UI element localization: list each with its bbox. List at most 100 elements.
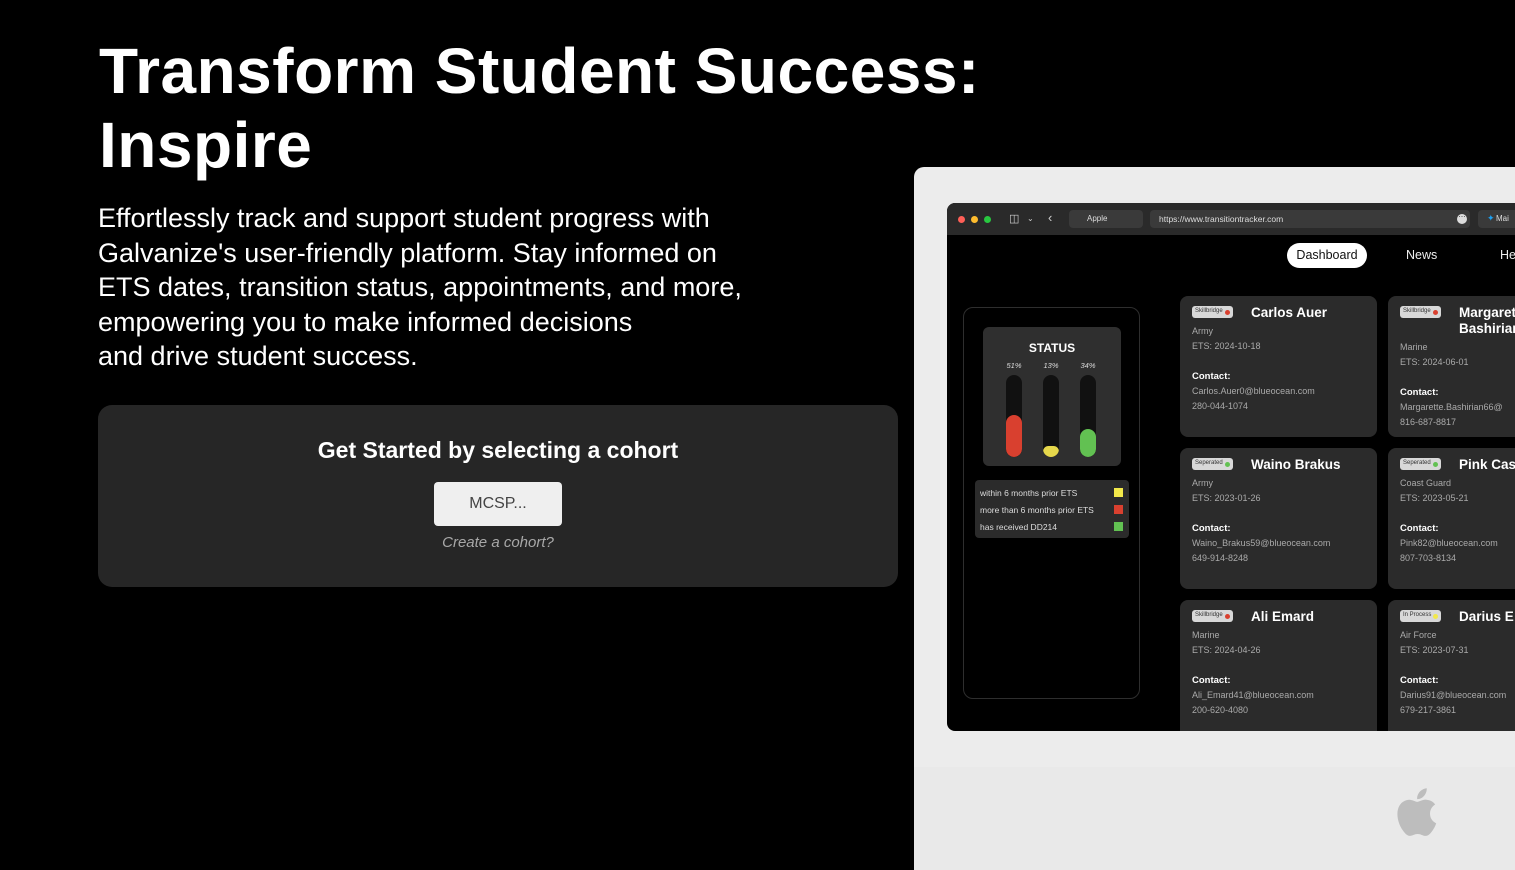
student-email[interactable]: Margarette.Bashirian66@ [1400,402,1503,412]
student-name-line: Waino Brakus [1251,457,1341,472]
student-card[interactable]: Skillbridge Ali Emard Marine ETS: 2024-0… [1180,600,1377,731]
status-percent: 13% [1043,361,1059,370]
status-badge: Seperated [1400,458,1441,470]
close-dot-icon[interactable] [958,216,965,223]
zoom-dot-icon[interactable] [984,216,991,223]
status-badge: Seperated [1192,458,1233,470]
contact-label: Contact: [1400,523,1439,534]
browser-tab-twitter[interactable]: Mai [1478,210,1515,228]
student-phone: 280-044-1074 [1192,401,1249,411]
student-name: Waino Brakus [1251,457,1375,473]
student-name: Ali Emard [1251,609,1375,625]
twitter-tab-label: Mai [1496,214,1509,223]
contact-label: Contact: [1192,523,1231,534]
nav-help[interactable]: He [1500,243,1515,268]
student-phone: 200-620-4080 [1192,705,1249,715]
status-badge: Skillbridge [1192,610,1233,622]
student-phone: 679-217-3861 [1400,705,1457,715]
apple-tab-label: Apple [1087,214,1108,223]
badge-dot-icon [1224,613,1230,619]
student-email[interactable]: Carlos.Auer0@blueocean.com [1192,386,1315,396]
create-cohort-link[interactable]: Create a cohort? [98,534,898,551]
screen: ◫ ⌄ ‹ Apple https://www.transitiontracke… [947,203,1515,731]
badge-dot-icon [1224,461,1230,467]
nav-dashboard[interactable]: Dashboard [1287,243,1367,268]
hero-description-line: Effortlessly track and support student p… [98,203,710,233]
student-email[interactable]: Darius91@blueocean.com [1400,690,1506,700]
status-title: STATUS [1028,341,1076,355]
student-card[interactable]: Skillbridge Carlos Auer Army ETS: 2024-1… [1180,296,1377,437]
monitor-mockup: ◫ ⌄ ‹ Apple https://www.transitiontracke… [914,167,1515,870]
student-card[interactable]: Skillbridge Margaret Bashirian Marine ET… [1388,296,1515,437]
badge-label: Seperated [1403,460,1431,466]
status-percent: 51% [1006,361,1022,370]
hero-title-line1: Transform Student Success: [99,35,980,107]
student-phone: 807-703-8134 [1400,553,1457,563]
nav-news[interactable]: News [1406,243,1437,268]
student-branch: Marine [1192,630,1220,640]
student-name-line: Pink Cas [1459,457,1515,472]
status-bar-fill [1043,446,1059,457]
twitter-icon: ✦ [1487,213,1495,223]
student-name-line: Bashirian [1459,321,1515,336]
status-bar-fill [1080,429,1096,457]
student-phone: 816-687-8817 [1400,417,1457,427]
contact-label: Contact: [1400,675,1439,686]
student-ets: ETS: 2023-01-26 [1192,493,1261,503]
minimize-dot-icon[interactable] [971,216,978,223]
url-bar[interactable]: https://www.transitiontracker.com ⋯ [1150,210,1470,228]
badge-label: Skillbridge [1403,308,1431,314]
contact-label: Contact: [1192,371,1231,382]
badge-dot-icon [1432,309,1438,315]
cohort-select-button[interactable]: MCSP... [434,482,562,526]
badge-label: Skillbridge [1195,612,1223,618]
student-branch: Coast Guard [1400,478,1452,488]
legend-swatch [1114,522,1123,531]
legend-swatch [1114,488,1123,497]
student-branch: Air Force [1400,630,1437,640]
student-ets: ETS: 2024-06-01 [1400,357,1469,367]
badge-dot-icon [1432,461,1438,467]
badge-label: Skillbridge [1195,308,1223,314]
hero-title: Transform Student Success: Inspire [99,34,999,182]
legend-label: within 6 months prior ETS [980,488,1078,498]
hero-title-line2: Inspire [99,109,313,181]
chevron-down-icon[interactable]: ⌄ [1027,214,1034,223]
student-card[interactable]: In Process Darius E Air Force ETS: 2023-… [1388,600,1515,731]
status-panel: STATUS 51% 13% 34% within 6 months prior… [963,307,1140,699]
browser-tab-apple[interactable]: Apple [1069,210,1143,228]
student-email[interactable]: Ali_Emard41@blueocean.com [1192,690,1314,700]
status-legend: within 6 months prior ETS more than 6 mo… [975,480,1129,538]
student-name: Pink Cas [1459,457,1515,473]
hero-description: Effortlessly track and support student p… [98,201,818,374]
hero-description-line: Galvanize's user-friendly platform. Stay… [98,237,717,268]
badge-dot-icon [1433,613,1439,619]
status-bar-track [1080,375,1096,457]
student-phone: 649-914-8248 [1192,553,1249,563]
student-ets: ETS: 2024-10-18 [1192,341,1261,351]
hero-description-line: ETS dates, transition status, appointmen… [98,272,742,302]
status-percent: 34% [1080,361,1096,370]
student-name-line: Darius E [1459,609,1514,624]
more-icon[interactable]: ⋯ [1457,214,1467,224]
student-email[interactable]: Pink82@blueocean.com [1400,538,1498,548]
student-name-line: Carlos Auer [1251,305,1328,320]
student-email[interactable]: Waino_Brakus59@blueocean.com [1192,538,1330,548]
student-branch: Marine [1400,342,1428,352]
badge-dot-icon [1224,309,1230,315]
back-arrow-icon[interactable]: ‹ [1048,210,1052,225]
hero-description-line: and drive student success. [98,341,418,371]
student-card[interactable]: Seperated Waino Brakus Army ETS: 2023-01… [1180,448,1377,589]
student-ets: ETS: 2024-04-26 [1192,645,1261,655]
sidebar-toggle-icon[interactable]: ◫ [1009,212,1019,225]
status-bar-track [1043,375,1059,457]
status-badge: In Process [1400,610,1442,622]
student-name: Carlos Auer [1251,305,1375,321]
legend-label: has received DD214 [980,522,1058,532]
student-card[interactable]: Seperated Pink Cas Coast Guard ETS: 2023… [1388,448,1515,589]
student-ets: ETS: 2023-05-21 [1400,493,1469,503]
status-bar-track [1006,375,1022,457]
student-ets: ETS: 2023-07-31 [1400,645,1469,655]
student-branch: Army [1192,326,1213,336]
badge-label: In Process [1403,612,1432,618]
